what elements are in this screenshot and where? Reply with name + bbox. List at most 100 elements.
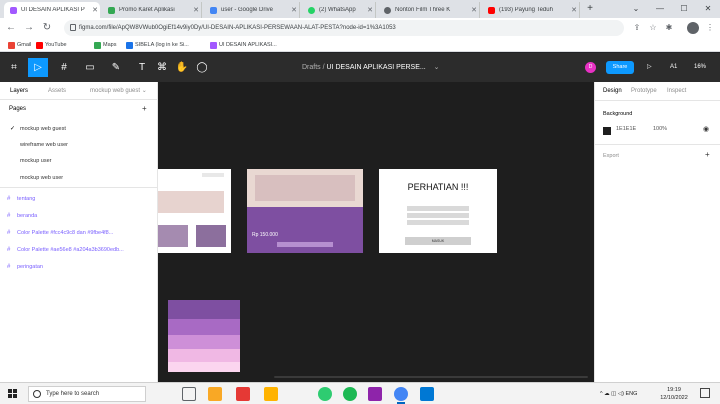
layer-item[interactable]: # Color Palette #fcc4c9c8 dan #9fbe4f8... [7,227,155,239]
close-icon[interactable]: ✕ [289,6,299,14]
tab-inspect[interactable]: Inspect [667,82,686,100]
current-page-selector[interactable]: mockup web guest ⌄ [90,82,147,100]
move-tool-icon[interactable]: ▷ [28,58,48,77]
palette-swatch[interactable] [168,362,240,372]
close-icon[interactable]: ✕ [469,6,479,14]
profile-avatar[interactable] [687,22,699,34]
layer-item[interactable]: # peringatan [7,261,155,273]
clock[interactable]: 19:19 12/10/2022 [656,386,692,402]
tab-search-button[interactable]: ⌄ [624,0,648,18]
horizontal-scrollbar[interactable] [274,376,588,378]
frame-beranda[interactable]: Rp 150.000 [247,169,363,253]
file-name[interactable]: UI DESAIN APLIKASI PERSE... [327,64,426,71]
tab-figma[interactable]: UI DESAIN APLIKASI P ✕ [4,2,100,18]
frame-tentang[interactable] [158,169,231,253]
spotify-icon[interactable] [343,387,357,401]
folder-icon[interactable] [264,387,278,401]
frame-icon: # [7,264,11,270]
background-color-swatch[interactable] [603,127,611,135]
bookmark-sibela[interactable]: SIBELA (log in ke Si... [126,40,189,50]
whatsapp-app-icon[interactable] [318,387,332,401]
palette-swatch[interactable] [168,300,240,319]
app-icon[interactable] [368,387,382,401]
frame-tool-icon[interactable]: # [54,58,74,77]
figma-icon [10,6,17,14]
tab-prototype[interactable]: Prototype [631,82,657,100]
frame-peringatan[interactable]: PERHATIAN !!! MASUK [379,169,497,253]
resources-icon[interactable]: ⌘ [152,58,172,77]
office-icon[interactable] [236,387,250,401]
palette-swatch[interactable] [168,349,240,362]
background-hex[interactable]: 1E1E1E [616,126,636,132]
tab-drive[interactable]: user - Google Drive ✕ [204,2,300,18]
bookmark-figma[interactable]: UI DESAIN APLIKASI... [210,40,277,50]
layer-item[interactable]: # Color Palette #ae56e8 #a204a3b3690edb..… [7,244,155,256]
taskbar-search-input[interactable]: Type here to search [28,386,146,402]
add-export-button[interactable]: + [705,150,710,159]
eye-icon[interactable]: ◉ [703,125,709,133]
bookmark-star-icon[interactable]: ☆ [646,21,660,35]
tab-youtube[interactable]: (193) Payung Teduh ✕ [482,2,580,18]
tab-film[interactable]: Nonton Film Three K ✕ [378,2,480,18]
present-icon[interactable]: ▷ [647,62,652,73]
close-window-button[interactable]: ✕ [696,0,720,18]
system-tray[interactable]: ^ ☁ ◫ ◁) ENG [600,383,637,404]
reload-icon[interactable]: ↻ [40,21,54,35]
tab-assets[interactable]: Assets [48,82,66,100]
tab-design[interactable]: Design [603,82,622,100]
chevron-down-icon[interactable]: ⌄ [434,64,440,71]
zoom-level[interactable]: 16% [694,62,706,73]
pen-tool-icon[interactable]: ✎ [106,58,126,77]
menu-icon[interactable]: ⋮ [703,21,717,35]
comment-tool-icon[interactable]: ◯ [192,58,212,77]
tab-promo[interactable]: Promo Karet Aplikasi ✕ [102,2,202,18]
maximize-button[interactable]: ☐ [672,0,696,18]
page-item[interactable]: mockup web user [10,172,63,184]
bookmark-gmail[interactable]: Gmail [8,40,31,50]
dialog-button: MASUK [405,237,471,245]
address-bar[interactable]: figma.com/file/ApQW8VWub0OgiEf14v9iy0Dy/… [64,20,624,36]
layer-item[interactable]: # tentang [7,193,155,205]
text-tool-icon[interactable]: T [132,58,152,77]
close-icon[interactable]: ✕ [569,6,579,14]
design-canvas[interactable]: Rp 150.000 PERHATIAN !!! MASUK ? [158,82,594,382]
new-tab-button[interactable]: + [583,2,597,16]
windows-start-icon[interactable] [8,389,18,399]
task-view-icon[interactable] [182,387,196,401]
vscode-icon[interactable] [420,387,434,401]
background-opacity[interactable]: 100% [653,126,667,132]
shape-tool-icon[interactable]: ▭ [80,58,100,77]
folder-name[interactable]: Drafts [302,64,321,71]
file-explorer-icon[interactable] [208,387,222,401]
tab-whatsapp[interactable]: (2) WhatsApp ✕ [302,2,376,18]
extensions-icon[interactable]: ✱ [662,21,676,35]
palette-swatch[interactable] [168,335,240,349]
close-icon[interactable]: ✕ [90,6,100,14]
page-item[interactable]: wireframe web user [10,139,68,151]
page-item[interactable]: mockup user [10,155,52,167]
forward-icon[interactable]: → [22,21,36,35]
back-icon[interactable]: ← [4,21,18,35]
layer-name: beranda [17,213,38,219]
close-icon[interactable]: ✕ [191,6,201,14]
chrome-icon[interactable] [394,387,408,404]
file-breadcrumb[interactable]: Drafts / UI DESAIN APLIKASI PERSE... ⌄ [302,53,440,82]
minimize-button[interactable]: — [648,0,672,18]
background-heading: Background [603,111,633,117]
text-placeholder [407,206,469,211]
close-icon[interactable]: ✕ [365,6,375,14]
add-page-button[interactable]: + [142,104,147,113]
notification-icon[interactable] [700,388,710,398]
hand-tool-icon[interactable]: ✋ [172,58,192,77]
layer-item[interactable]: # beranda [7,210,155,222]
bookmark-youtube[interactable]: YouTube [36,40,67,50]
share-page-icon[interactable]: ⇪ [630,21,644,35]
share-button[interactable]: Share [606,61,634,74]
tab-layers[interactable]: Layers [10,82,28,100]
bookmark-maps[interactable]: Maps [94,40,116,50]
palette-swatch[interactable] [168,319,240,335]
user-avatar[interactable]: D [585,62,596,73]
multiplayer-indicator[interactable]: A1 [670,62,677,73]
page-item[interactable]: ✓ mockup web guest [10,123,66,135]
main-menu-icon[interactable]: ⌗ [4,58,24,77]
